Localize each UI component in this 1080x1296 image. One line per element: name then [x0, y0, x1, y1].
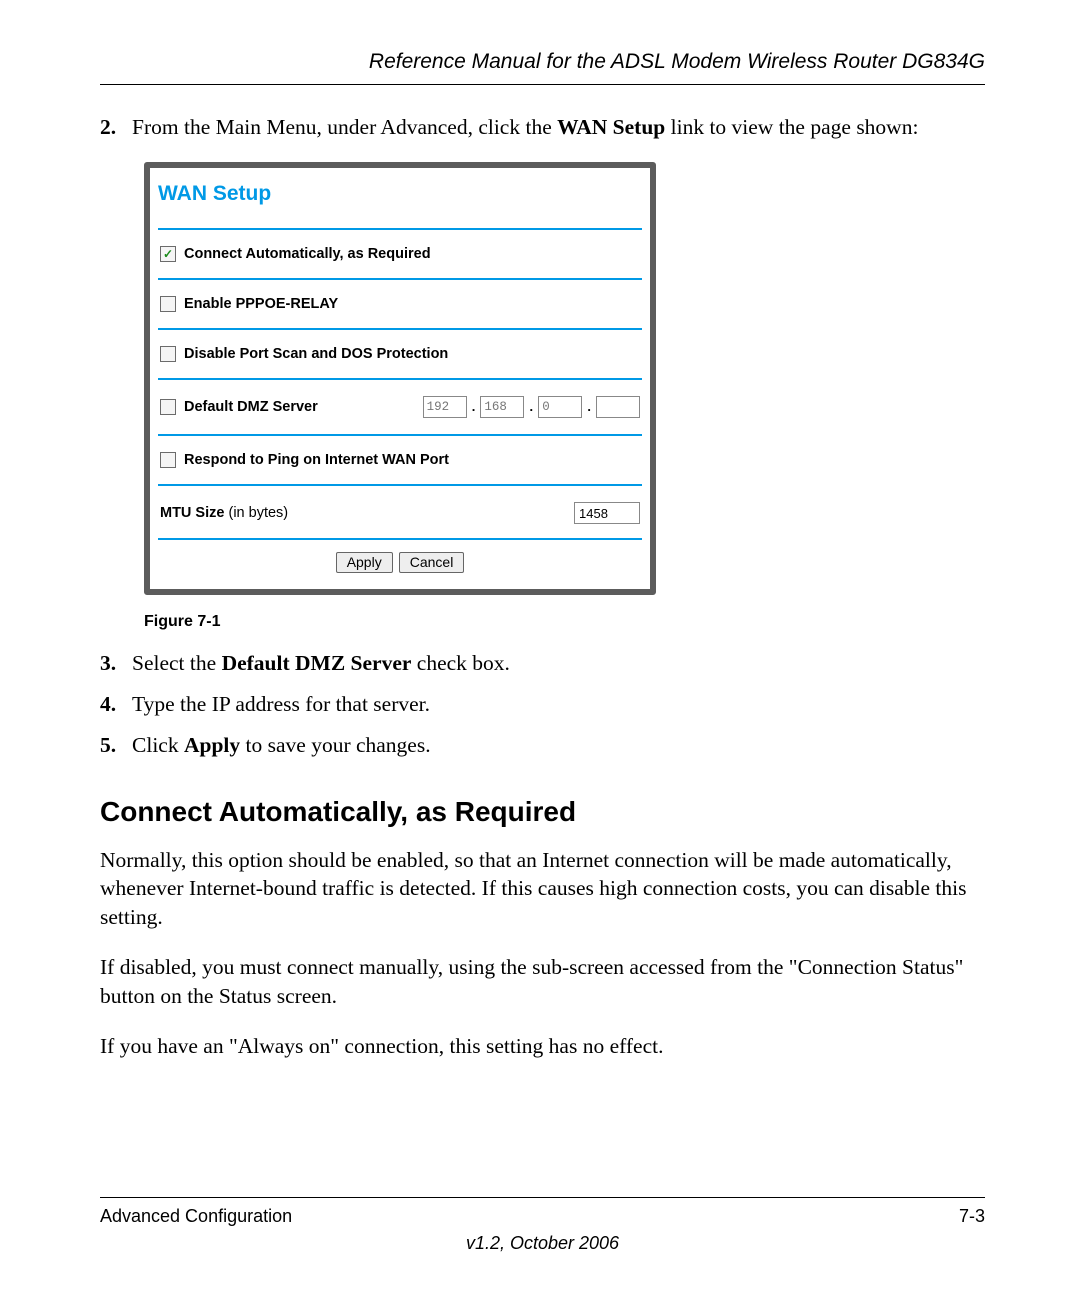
label-mtu-size: MTU Size (in bytes): [160, 505, 288, 521]
row-default-dmz: Default DMZ Server . . .: [158, 380, 642, 434]
body-paragraph: If disabled, you must connect manually, …: [100, 953, 985, 1010]
section-heading: Connect Automatically, as Required: [100, 796, 985, 828]
wan-setup-panel: WAN Setup Connect Automatically, as Requ…: [144, 162, 656, 595]
label-connect-auto: Connect Automatically, as Required: [184, 246, 431, 262]
document-header-title: Reference Manual for the ADSL Modem Wire…: [100, 50, 985, 74]
row-disable-portscan: Disable Port Scan and DOS Protection: [158, 330, 642, 378]
list-item-4: 4. Type the IP address for that server.: [100, 690, 985, 719]
label-disable-portscan: Disable Port Scan and DOS Protection: [184, 346, 448, 362]
label-default-dmz: Default DMZ Server: [184, 399, 318, 415]
dmz-ip-octet-2[interactable]: [480, 396, 524, 418]
body-paragraph: Normally, this option should be enabled,…: [100, 846, 985, 931]
step-number: 2.: [100, 113, 126, 142]
step-number: 4.: [100, 690, 126, 719]
dot-icon: .: [524, 400, 538, 415]
step-text: Select the Default DMZ Server check box.: [132, 649, 510, 678]
step-text: From the Main Menu, under Advanced, clic…: [132, 113, 918, 142]
dmz-ip-octet-3[interactable]: [538, 396, 582, 418]
cancel-button[interactable]: Cancel: [399, 552, 465, 573]
step-number: 3.: [100, 649, 126, 678]
page-footer: Advanced Configuration 7-3 v1.2, October…: [100, 1197, 985, 1254]
dot-icon: .: [582, 400, 596, 415]
checkbox-connect-auto[interactable]: [160, 246, 176, 262]
list-item-2: 2. From the Main Menu, under Advanced, c…: [100, 113, 985, 142]
figure-caption: Figure 7-1: [144, 613, 985, 631]
header-rule: [100, 84, 985, 85]
checkbox-disable-portscan[interactable]: [160, 346, 176, 362]
dmz-ip-octet-4[interactable]: [596, 396, 640, 418]
row-mtu-size: MTU Size (in bytes): [158, 486, 642, 538]
row-connect-auto: Connect Automatically, as Required: [158, 230, 642, 278]
step-text: Type the IP address for that server.: [132, 690, 430, 719]
dot-icon: .: [467, 400, 481, 415]
dmz-ip-group: . . .: [423, 396, 640, 418]
instruction-list-cont: 3. Select the Default DMZ Server check b…: [100, 649, 985, 760]
panel-title: WAN Setup: [158, 180, 642, 228]
list-item-3: 3. Select the Default DMZ Server check b…: [100, 649, 985, 678]
row-respond-ping: Respond to Ping on Internet WAN Port: [158, 436, 642, 484]
checkbox-pppoe-relay[interactable]: [160, 296, 176, 312]
apply-button[interactable]: Apply: [336, 552, 393, 573]
mtu-input[interactable]: [574, 502, 640, 524]
page: Reference Manual for the ADSL Modem Wire…: [0, 0, 1080, 1296]
footer-rule: [100, 1197, 985, 1198]
footer-section-name: Advanced Configuration: [100, 1206, 292, 1227]
figure-wrapper: WAN Setup Connect Automatically, as Requ…: [144, 162, 985, 631]
label-respond-ping: Respond to Ping on Internet WAN Port: [184, 452, 449, 468]
step-number: 5.: [100, 731, 126, 760]
mtu-input-wrap: [574, 502, 640, 524]
panel-button-row: Apply Cancel: [158, 540, 642, 575]
checkbox-default-dmz[interactable]: [160, 399, 176, 415]
step-text: Click Apply to save your changes.: [132, 731, 431, 760]
label-pppoe-relay: Enable PPPOE-RELAY: [184, 296, 338, 312]
row-pppoe-relay: Enable PPPOE-RELAY: [158, 280, 642, 328]
checkbox-respond-ping[interactable]: [160, 452, 176, 468]
footer-version: v1.2, October 2006: [100, 1233, 985, 1254]
list-item-5: 5. Click Apply to save your changes.: [100, 731, 985, 760]
instruction-list: 2. From the Main Menu, under Advanced, c…: [100, 113, 985, 142]
dmz-ip-octet-1[interactable]: [423, 396, 467, 418]
body-paragraph: If you have an "Always on" connection, t…: [100, 1032, 985, 1060]
footer-page-number: 7-3: [959, 1206, 985, 1227]
